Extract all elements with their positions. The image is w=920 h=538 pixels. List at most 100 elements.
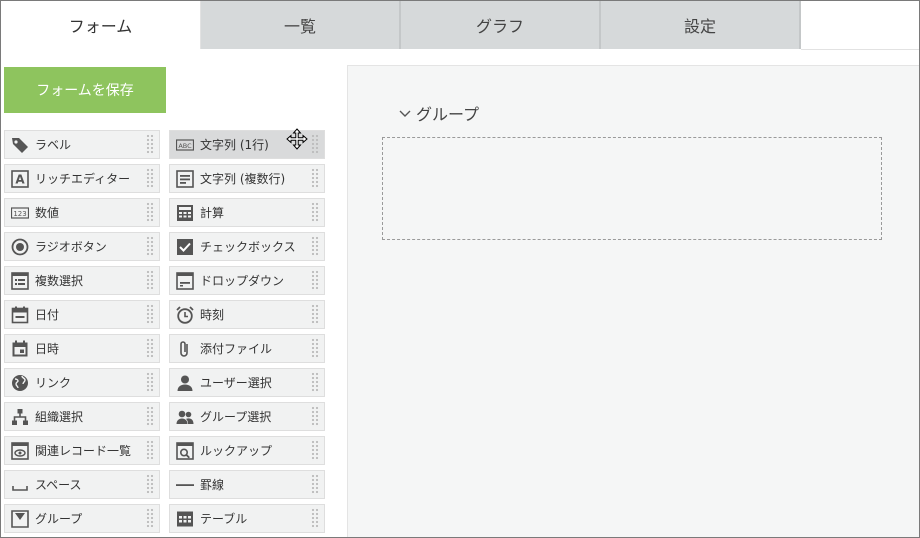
tab-label: グラフ: [475, 17, 524, 36]
palette-item-multi-select[interactable]: 複数選択: [4, 266, 160, 295]
group-field-header[interactable]: グループ: [398, 101, 479, 125]
tab-list[interactable]: 一覧: [201, 1, 401, 49]
palette-item-lookup[interactable]: ルックアップ: [169, 436, 325, 465]
radio-icon: [10, 237, 30, 257]
drag-handle[interactable]: [311, 134, 320, 155]
tab-label: 設定: [683, 17, 716, 36]
drag-handle[interactable]: [146, 474, 155, 495]
palette-item-related-records[interactable]: 関連レコード一覧: [4, 436, 160, 465]
drag-handle[interactable]: [311, 168, 320, 189]
drag-handle[interactable]: [146, 372, 155, 393]
user-icon: [175, 373, 195, 393]
palette-item-datetime[interactable]: 日時: [4, 334, 160, 363]
chevron-down-icon[interactable]: [398, 106, 412, 120]
palette-item-text: 数値: [35, 206, 60, 220]
tab-bar: フォーム 一覧 グラフ 設定: [1, 1, 919, 50]
palette-item-text: リッチエディター: [35, 172, 131, 186]
users-icon: [175, 407, 195, 427]
abc-icon: ABC: [175, 135, 195, 155]
save-form-button[interactable]: フォームを保存: [4, 67, 166, 113]
group-drop-zone[interactable]: [382, 137, 882, 240]
palette-item-link[interactable]: リンク: [4, 368, 160, 397]
palette-item-multi-line-text[interactable]: 文字列 (複数行): [169, 164, 325, 193]
drag-handle[interactable]: [311, 270, 320, 291]
checkbox-icon: [175, 237, 195, 257]
form-canvas[interactable]: グループ: [347, 65, 919, 537]
palette-item-text: ルックアップ: [200, 444, 273, 458]
tab-form[interactable]: フォーム: [1, 1, 201, 49]
drag-handle[interactable]: [146, 134, 155, 155]
palette-item-text: 日時: [35, 342, 60, 356]
palette-item-number[interactable]: 123 数値: [4, 198, 160, 227]
drag-handle[interactable]: [311, 202, 320, 223]
palette-item-group[interactable]: グループ: [4, 504, 160, 533]
drag-handle[interactable]: [146, 440, 155, 461]
palette-item-text: 時刻: [200, 308, 225, 322]
drag-handle[interactable]: [311, 508, 320, 529]
tab-graph[interactable]: グラフ: [401, 1, 601, 49]
palette-item-text: ドロップダウン: [200, 274, 285, 288]
tab-label: フォーム: [68, 17, 133, 36]
palette-item-text: 添付ファイル: [200, 342, 273, 356]
palette-item-border[interactable]: 罫線: [169, 470, 325, 499]
drag-handle[interactable]: [311, 236, 320, 257]
palette-item-text: スペース: [35, 478, 82, 492]
org-chart-icon: [10, 407, 30, 427]
palette-item-org-select[interactable]: 組織選択: [4, 402, 160, 431]
drag-handle[interactable]: [311, 372, 320, 393]
drag-handle[interactable]: [146, 168, 155, 189]
palette-item-text: 計算: [200, 206, 225, 220]
palette-item-text: 文字列 (複数行): [200, 172, 286, 186]
palette-item-text: テーブル: [200, 512, 248, 526]
tab-settings[interactable]: 設定: [601, 1, 801, 49]
palette-item-calc[interactable]: 計算: [169, 198, 325, 227]
palette-item-label[interactable]: ラベル: [4, 130, 160, 159]
paperclip-icon: [175, 339, 195, 359]
drag-handle[interactable]: [146, 202, 155, 223]
palette-item-text: ユーザー選択: [200, 376, 272, 390]
drag-handle[interactable]: [146, 338, 155, 359]
drag-handle[interactable]: [311, 338, 320, 359]
drag-handle[interactable]: [311, 440, 320, 461]
drag-handle[interactable]: [146, 270, 155, 291]
palette-item-text: ラベル: [35, 138, 72, 152]
drag-handle[interactable]: [146, 508, 155, 529]
number-icon: 123: [10, 203, 30, 223]
svg-text:123: 123: [13, 210, 26, 218]
palette-item-group-select[interactable]: グループ選択: [169, 402, 325, 431]
drag-handle[interactable]: [311, 406, 320, 427]
palette-item-date[interactable]: 日付: [4, 300, 160, 329]
space-icon: [10, 475, 30, 495]
lookup-icon: [175, 441, 195, 461]
palette-item-rich-editor[interactable]: A リッチエディター: [4, 164, 160, 193]
palette-item-attachment[interactable]: 添付ファイル: [169, 334, 325, 363]
palette-item-table[interactable]: テーブル: [169, 504, 325, 533]
multiline-text-icon: [175, 169, 195, 189]
palette-item-dropdown[interactable]: ドロップダウン: [169, 266, 325, 295]
palette-item-time[interactable]: 時刻: [169, 300, 325, 329]
calculator-icon: [175, 203, 195, 223]
palette-item-text: 罫線: [200, 478, 225, 492]
drag-handle[interactable]: [311, 474, 320, 495]
palette-item-checkbox[interactable]: チェックボックス: [169, 232, 325, 261]
multi-select-icon: [10, 271, 30, 291]
svg-text:ABC: ABC: [178, 142, 192, 150]
related-records-icon: [10, 441, 30, 461]
palette-item-text: グループ選択: [200, 410, 272, 424]
palette-item-radio[interactable]: ラジオボタン: [4, 232, 160, 261]
datetime-icon: [10, 339, 30, 359]
tab-bar-spacer: [801, 1, 919, 50]
drag-handle[interactable]: [146, 236, 155, 257]
palette-item-user-select[interactable]: ユーザー選択: [169, 368, 325, 397]
palette-item-text: 複数選択: [35, 274, 84, 288]
palette-item-space[interactable]: スペース: [4, 470, 160, 499]
drag-handle[interactable]: [311, 304, 320, 325]
rich-text-icon: A: [10, 169, 30, 189]
table-icon: [175, 509, 195, 529]
palette-item-text: ラジオボタン: [35, 240, 107, 254]
tab-label: 一覧: [283, 17, 316, 36]
drag-handle[interactable]: [146, 406, 155, 427]
palette-item-text: リンク: [35, 376, 72, 390]
drag-handle[interactable]: [146, 304, 155, 325]
palette-item-text: チェックボックス: [200, 240, 296, 254]
